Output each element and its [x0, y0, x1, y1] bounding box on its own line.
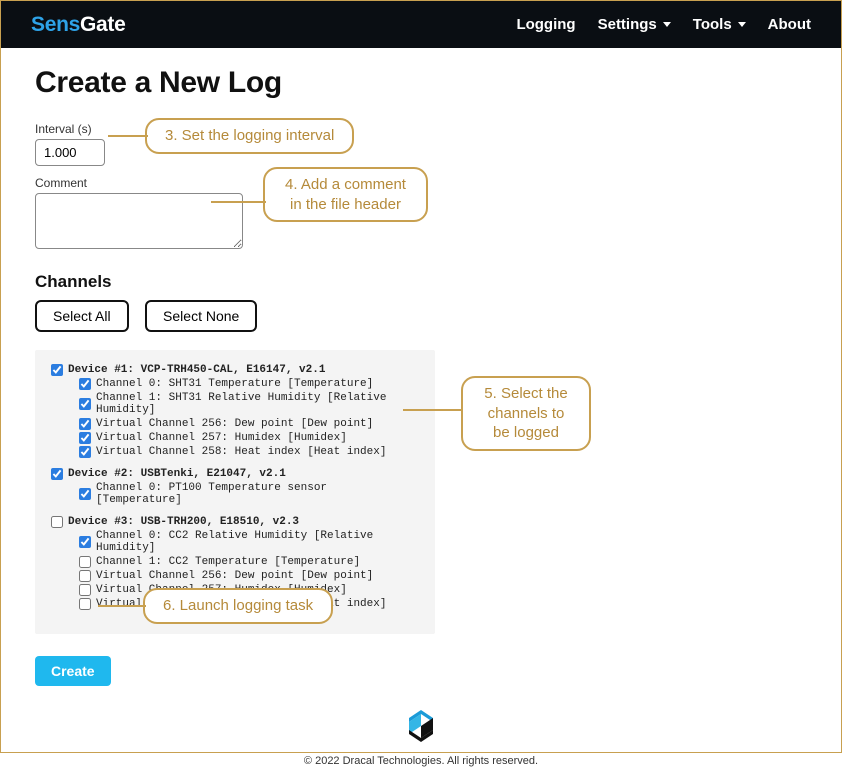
- logo: SensGate: [31, 13, 126, 37]
- logo-part1: Sens: [31, 13, 80, 36]
- channel-checkbox[interactable]: [79, 398, 91, 410]
- device-checkbox[interactable]: [51, 516, 63, 528]
- device-label: Device #2: USBTenki, E21047, v2.1: [68, 468, 286, 480]
- channel-checkbox[interactable]: [79, 378, 91, 390]
- chevron-down-icon: [738, 22, 746, 27]
- channel-checkbox[interactable]: [79, 488, 91, 500]
- create-button[interactable]: Create: [35, 656, 111, 686]
- channel-row: Virtual Channel 256: Dew point [Dew poin…: [79, 418, 419, 430]
- channel-checkbox[interactable]: [79, 570, 91, 582]
- nav-logging[interactable]: Logging: [516, 16, 575, 33]
- channel-label: Channel 0: CC2 Relative Humidity [Relati…: [96, 530, 419, 554]
- channel-label: Virtual Channel 257: Humidex [Humidex]: [96, 432, 347, 444]
- device-row: Device #2: USBTenki, E21047, v2.1: [51, 468, 419, 480]
- channel-label: Channel 0: PT100 Temperature sensor [Tem…: [96, 482, 419, 506]
- callout-4: 4. Add a comment in the file header: [263, 167, 428, 222]
- channel-label: Virtual Channel 258: Heat index [Heat in…: [96, 446, 386, 458]
- callout-6: 6. Launch logging task: [143, 588, 333, 624]
- device-checkbox[interactable]: [51, 468, 63, 480]
- nav-about[interactable]: About: [768, 16, 811, 33]
- nav-tools[interactable]: Tools: [693, 16, 746, 33]
- channel-checkbox[interactable]: [79, 556, 91, 568]
- device-label: Device #1: VCP-TRH450-CAL, E16147, v2.1: [68, 364, 325, 376]
- callout-5: 5. Select the channels to be logged: [461, 376, 591, 451]
- channel-label: Virtual Channel 256: Dew point [Dew poin…: [96, 418, 373, 430]
- channel-row: Channel 0: CC2 Relative Humidity [Relati…: [79, 530, 419, 554]
- footer-logo-icon: [401, 706, 441, 751]
- footer: © 2022 Dracal Technologies. All rights r…: [35, 706, 807, 767]
- top-bar: SensGate Logging Settings Tools About: [1, 1, 841, 48]
- channel-row: Channel 1: CC2 Temperature [Temperature]: [79, 556, 419, 568]
- channel-row: Channel 0: SHT31 Temperature [Temperatur…: [79, 378, 419, 390]
- channel-label: Channel 1: CC2 Temperature [Temperature]: [96, 556, 360, 568]
- channel-row: Virtual Channel 256: Dew point [Dew poin…: [79, 570, 419, 582]
- channel-checkbox[interactable]: [79, 598, 91, 610]
- channels-heading: Channels: [35, 272, 807, 292]
- device-checkbox[interactable]: [51, 364, 63, 376]
- channel-label: Channel 0: SHT31 Temperature [Temperatur…: [96, 378, 373, 390]
- chevron-down-icon: [663, 22, 671, 27]
- device-label: Device #3: USB-TRH200, E18510, v2.3: [68, 516, 299, 528]
- channel-checkbox[interactable]: [79, 536, 91, 548]
- select-none-button[interactable]: Select None: [145, 300, 257, 332]
- device-row: Device #3: USB-TRH200, E18510, v2.3: [51, 516, 419, 528]
- select-all-button[interactable]: Select All: [35, 300, 129, 332]
- comment-input[interactable]: [35, 193, 243, 249]
- channel-row: Channel 1: SHT31 Relative Humidity [Rela…: [79, 392, 419, 416]
- footer-text: © 2022 Dracal Technologies. All rights r…: [35, 755, 807, 767]
- channel-checkbox[interactable]: [79, 432, 91, 444]
- top-nav: Logging Settings Tools About: [516, 16, 811, 33]
- channel-checkbox[interactable]: [79, 446, 91, 458]
- content: Create a New Log Interval (s) Comment Ch…: [1, 48, 841, 767]
- logo-part2: Gate: [80, 13, 126, 36]
- channel-checkbox[interactable]: [79, 418, 91, 430]
- callout-3: 3. Set the logging interval: [145, 118, 354, 154]
- channel-label: Channel 1: SHT31 Relative Humidity [Rela…: [96, 392, 419, 416]
- interval-input[interactable]: [35, 139, 105, 166]
- channel-row: Channel 0: PT100 Temperature sensor [Tem…: [79, 482, 419, 506]
- channel-row: Virtual Channel 257: Humidex [Humidex]: [79, 432, 419, 444]
- nav-settings[interactable]: Settings: [598, 16, 671, 33]
- channel-row: Virtual Channel 258: Heat index [Heat in…: [79, 446, 419, 458]
- channel-label: Virtual Channel 256: Dew point [Dew poin…: [96, 570, 373, 582]
- page-title: Create a New Log: [35, 66, 807, 100]
- channel-checkbox[interactable]: [79, 584, 91, 596]
- device-row: Device #1: VCP-TRH450-CAL, E16147, v2.1: [51, 364, 419, 376]
